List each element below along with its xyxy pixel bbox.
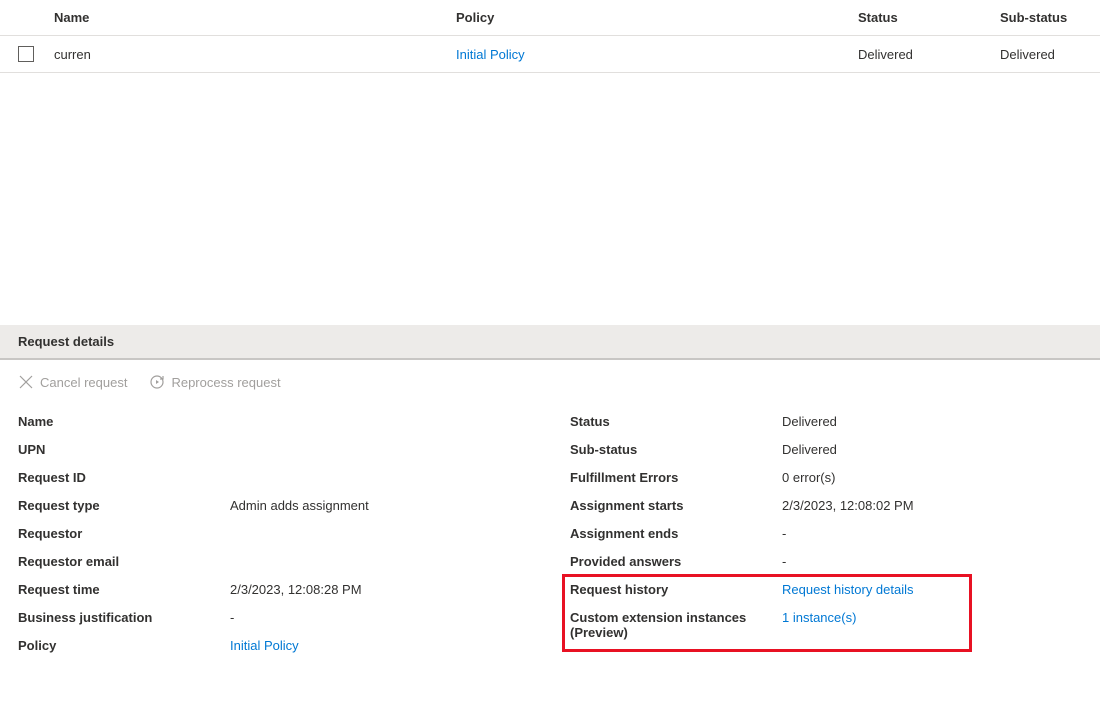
details-body: Name UPN Request ID Request type Admin a… — [0, 408, 1100, 660]
details-header: Request details — [0, 325, 1100, 360]
header-status[interactable]: Status — [858, 10, 1000, 25]
fulfillment-errors-value: 0 error(s) — [782, 470, 1082, 486]
status-label: Status — [570, 414, 782, 430]
policy-label: Policy — [18, 638, 230, 654]
header-name[interactable]: Name — [54, 10, 456, 25]
details-left-column: Name UPN Request ID Request type Admin a… — [18, 408, 530, 660]
row-status: Delivered — [858, 47, 1000, 62]
requestor-label: Requestor — [18, 526, 230, 542]
header-policy[interactable]: Policy — [456, 10, 858, 25]
assignment-starts-label: Assignment starts — [570, 498, 782, 514]
reprocess-request-label: Reprocess request — [171, 375, 280, 390]
row-checkbox[interactable] — [18, 46, 34, 62]
row-name: curren — [54, 47, 456, 62]
upn-label: UPN — [18, 442, 230, 458]
details-right-column: Status Delivered Sub-status Delivered Fu… — [570, 408, 1082, 660]
spacer — [0, 73, 1100, 325]
provided-answers-value: - — [782, 554, 1082, 570]
policy-link[interactable]: Initial Policy — [230, 638, 299, 653]
cancel-request-button: Cancel request — [18, 374, 127, 390]
table-header-row: Name Policy Status Sub-status — [0, 0, 1100, 36]
request-type-value: Admin adds assignment — [230, 498, 530, 514]
assignment-starts-value: 2/3/2023, 12:08:02 PM — [782, 498, 1082, 514]
status-value: Delivered — [782, 414, 1082, 430]
assignment-ends-label: Assignment ends — [570, 526, 782, 542]
request-id-label: Request ID — [18, 470, 230, 486]
upn-value — [230, 442, 530, 458]
reprocess-request-button: Reprocess request — [149, 374, 280, 390]
request-history-label: Request history — [570, 582, 782, 598]
request-history-link[interactable]: Request history details — [782, 582, 914, 597]
name-label: Name — [18, 414, 230, 430]
business-justification-value: - — [230, 610, 530, 626]
substatus-label: Sub-status — [570, 442, 782, 458]
provided-answers-label: Provided answers — [570, 554, 782, 570]
request-time-label: Request time — [18, 582, 230, 598]
assignment-ends-value: - — [782, 526, 1082, 542]
requests-table: Name Policy Status Sub-status curren Ini… — [0, 0, 1100, 73]
request-type-label: Request type — [18, 498, 230, 514]
row-substatus: Delivered — [1000, 47, 1082, 62]
requestor-value — [230, 526, 530, 542]
reprocess-icon — [149, 374, 165, 390]
row-policy-link[interactable]: Initial Policy — [456, 47, 525, 62]
requestor-email-value — [230, 554, 530, 570]
fulfillment-errors-label: Fulfillment Errors — [570, 470, 782, 486]
header-checkbox-col — [18, 10, 54, 25]
business-justification-label: Business justification — [18, 610, 230, 626]
custom-extension-label: Custom extension instances (Preview) — [570, 610, 782, 640]
table-row[interactable]: curren Initial Policy Delivered Delivere… — [0, 36, 1100, 73]
name-value — [230, 414, 530, 430]
custom-extension-link[interactable]: 1 instance(s) — [782, 610, 856, 625]
request-id-value — [230, 470, 530, 486]
substatus-value: Delivered — [782, 442, 1082, 458]
cancel-request-label: Cancel request — [40, 375, 127, 390]
request-time-value: 2/3/2023, 12:08:28 PM — [230, 582, 530, 598]
requestor-email-label: Requestor email — [18, 554, 230, 570]
close-icon — [18, 374, 34, 390]
details-toolbar: Cancel request Reprocess request — [0, 360, 1100, 408]
header-substatus[interactable]: Sub-status — [1000, 10, 1082, 25]
